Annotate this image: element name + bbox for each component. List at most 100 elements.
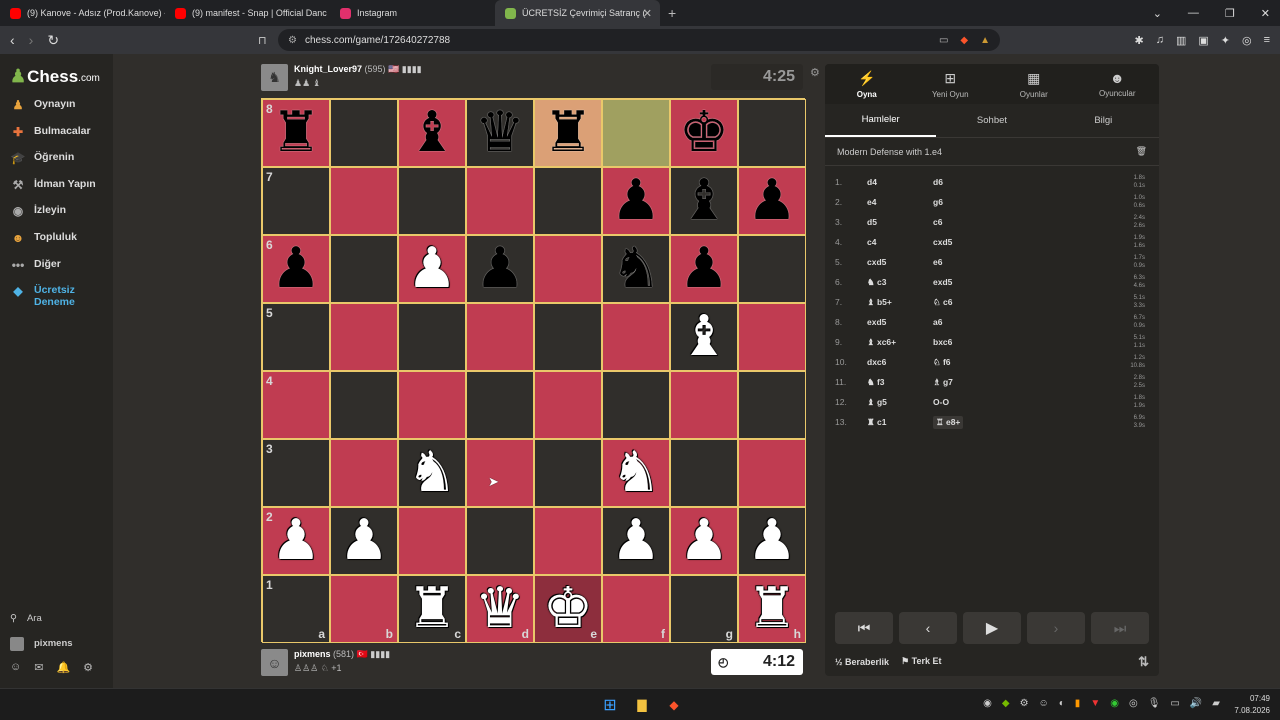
white-bishop-icon[interactable]: ♝ [679,309,729,365]
square-a6[interactable]: 6 ♟ [262,235,330,303]
square-h5[interactable] [738,303,806,371]
white-pawn-icon[interactable]: ♟ [339,513,389,569]
settings-icon[interactable]: ⚙ [83,661,93,674]
white-king-icon[interactable]: ♚ [543,581,593,637]
tray-icon[interactable]: ▼ [1090,698,1100,709]
square-e7[interactable] [534,167,602,235]
white-pawn-icon[interactable]: ♟ [407,241,457,297]
minimize-icon[interactable]: — [1188,7,1199,19]
brave-browser-icon[interactable]: ◆ [664,695,684,715]
square-c7[interactable] [398,167,466,235]
square-g2[interactable]: ♟ [670,507,738,575]
white-move[interactable]: e4 [867,197,933,207]
chess-board[interactable]: 8 ♜ ♝ ♛ ♜ ♚ 7 ♟ ♝ ♟ 6 ♟ ♟ ♟ ♞ ♟ 5 ♝ 4 3 ♞ ♞ 2 ♟ ♟ ♟ ♟ ♟ 1 a b c ♜ d ♛ e ♚ f g h… [261,98,806,643]
friends-icon[interactable]: ☺ [10,661,21,674]
white-rook-icon[interactable]: ♜ [407,581,457,637]
black-move[interactable]: exd5 [933,277,993,287]
white-queen-icon[interactable]: ♛ [475,581,525,637]
browser-tab-1[interactable]: (9) Kanove - Adsız (Prod.Kanove) - Yo [0,0,165,26]
white-move[interactable]: ♝ g5 [867,397,933,408]
white-knight-icon[interactable]: ♞ [407,445,457,501]
tray-icon[interactable]: ◉ [1110,698,1119,709]
rewards-icon[interactable]: ▲ [980,35,990,46]
black-rook-icon[interactable]: ♜ [543,105,593,161]
brave-shield-icon[interactable]: ◆ [960,35,968,46]
square-f3[interactable]: ♞ [602,439,670,507]
taskbar-clock[interactable]: 07:49 7.08.2026 [1234,693,1270,717]
square-e1[interactable]: e ♚ [534,575,602,643]
square-f2[interactable]: ♟ [602,507,670,575]
square-e3[interactable] [534,439,602,507]
black-king-icon[interactable]: ♚ [679,105,729,161]
square-f7[interactable]: ♟ [602,167,670,235]
white-move[interactable]: ♞ f3 [867,377,933,388]
square-h3[interactable] [738,439,806,507]
white-move[interactable]: exd5 [867,317,933,327]
white-rook-icon[interactable]: ♜ [747,581,797,637]
square-a4[interactable]: 4 [262,371,330,439]
close-window-icon[interactable]: ✕ [1261,7,1270,20]
tab-games[interactable]: ▦ Oyunlar [992,64,1076,104]
square-f5[interactable] [602,303,670,371]
square-f1[interactable]: f [602,575,670,643]
music-icon[interactable]: ♫ [1156,34,1164,47]
sidebar-item-free-trial[interactable]: ◆ Ücretsiz Deneme [10,284,96,318]
square-d2[interactable] [466,507,534,575]
network-icon[interactable]: ▭ [1170,698,1179,709]
black-move[interactable]: d6 [933,177,993,187]
white-move[interactable]: dxc6 [867,357,933,367]
black-move[interactable]: ♘ c6 [933,297,993,308]
black-move[interactable]: ♘ f6 [933,357,993,368]
square-h8[interactable] [738,99,806,167]
black-move[interactable]: O-O [933,397,993,407]
black-move[interactable]: a6 [933,317,993,327]
leo-icon[interactable]: ✦ [1221,34,1230,47]
play-button[interactable]: ▶ [963,612,1021,644]
square-c1[interactable]: c ♜ [398,575,466,643]
wallet-icon[interactable]: ▣ [1198,34,1208,47]
tray-icon[interactable]: ▮ [1075,698,1081,709]
square-e5[interactable] [534,303,602,371]
back-icon[interactable]: ‹ [10,32,15,49]
square-b2[interactable]: ♟ [330,507,398,575]
square-h2[interactable]: ♟ [738,507,806,575]
first-move-button[interactable]: ⏮ [835,612,893,644]
white-move[interactable]: ♝ xc6+ [867,337,933,348]
white-move[interactable]: ♞ c3 [867,277,933,288]
square-d8[interactable]: ♛ [466,99,534,167]
previous-move-button[interactable]: ‹ [899,612,957,644]
square-e8[interactable]: ♜ [534,99,602,167]
sidebar-toggle-icon[interactable]: ▥ [1176,34,1186,47]
maximize-icon[interactable]: ❐ [1225,7,1235,20]
black-bishop-icon[interactable]: ♝ [679,173,729,229]
windows-start-icon[interactable]: ⊞ [600,695,620,715]
last-move-button[interactable]: ⏭ [1091,612,1149,644]
square-e4[interactable] [534,371,602,439]
sidebar-profile[interactable]: pixmens [10,631,93,656]
square-a1[interactable]: 1a [262,575,330,643]
white-pawn-icon[interactable]: ♟ [747,513,797,569]
trash-icon[interactable]: 🗑 [1136,146,1147,157]
sidebar-search[interactable]: ⚲ Ara [10,606,93,631]
next-move-button[interactable]: › [1027,612,1085,644]
browser-tab-4[interactable]: ÜCRETSİZ Çevrimiçi Satranç (✕ [495,0,660,26]
tab-players[interactable]: ☻ Oyuncular [1076,64,1160,104]
square-b5[interactable] [330,303,398,371]
tray-icon[interactable]: ⚙ [1020,698,1029,709]
square-f6[interactable]: ♞ [602,235,670,303]
black-move[interactable]: cxd5 [933,237,993,247]
player-name[interactable]: pixmens [294,649,331,659]
square-g6[interactable]: ♟ [670,235,738,303]
square-d5[interactable] [466,303,534,371]
sidebar-item-watch[interactable]: ◉ İzleyin [10,204,96,231]
black-move[interactable]: g6 [933,197,993,207]
square-c5[interactable] [398,303,466,371]
square-c2[interactable] [398,507,466,575]
square-g7[interactable]: ♝ [670,167,738,235]
square-b7[interactable] [330,167,398,235]
browser-tab-2[interactable]: (9) manifest - Snap | Official Danc [165,0,330,26]
black-pawn-icon[interactable]: ♟ [611,173,661,229]
square-f8[interactable] [602,99,670,167]
black-knight-icon[interactable]: ♞ [611,241,661,297]
discord-icon[interactable]: ☺ [1039,698,1049,709]
